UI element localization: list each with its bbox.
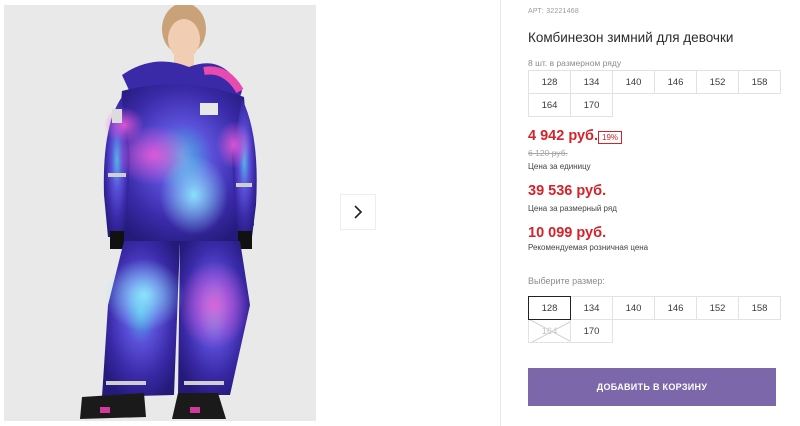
- pack-price: 39 536 руб.: [528, 183, 607, 199]
- product-title: Комбинезон зимний для девочки: [528, 30, 734, 45]
- unit-price: 4 942 руб.: [528, 128, 599, 144]
- size-set-item: 170: [570, 93, 613, 117]
- size-set-item: 128: [528, 70, 571, 94]
- panel-divider: [500, 0, 501, 426]
- size-set-item: 152: [696, 70, 739, 94]
- size-option-146[interactable]: 146: [654, 296, 697, 320]
- size-option-158[interactable]: 158: [738, 296, 781, 320]
- gallery-next-button[interactable]: [340, 194, 376, 230]
- size-set-item: 134: [570, 70, 613, 94]
- choose-size-label: Выберите размер:: [528, 276, 605, 286]
- size-option-164: 164: [528, 319, 571, 343]
- old-price: 6 120 руб.: [528, 148, 568, 158]
- add-to-cart-button[interactable]: ДОБАВИТЬ В КОРЗИНУ: [528, 368, 776, 406]
- rrp-price: 10 099 руб.: [528, 225, 607, 241]
- product-gallery: [0, 0, 500, 426]
- size-option-128[interactable]: 128: [528, 296, 571, 320]
- product-sku: АРТ: 32221468: [528, 8, 579, 15]
- size-set-grid: 128 134 140 146 152 158 164 170: [528, 70, 781, 117]
- size-set-item: 158: [738, 70, 781, 94]
- product-photo[interactable]: [4, 5, 316, 421]
- size-option-152[interactable]: 152: [696, 296, 739, 320]
- rrp-price-label: Рекомендуемая розничная цена: [528, 243, 649, 252]
- size-set-item: 146: [654, 70, 697, 94]
- pack-price-label: Цена за размерный ряд: [528, 204, 617, 213]
- size-set-item: 140: [612, 70, 655, 94]
- product-photo-illustration: [4, 5, 316, 421]
- size-option-134[interactable]: 134: [570, 296, 613, 320]
- size-option-170[interactable]: 170: [570, 319, 613, 343]
- chevron-right-icon: [354, 205, 363, 219]
- size-set-item: 164: [528, 93, 571, 117]
- size-selector: 128 134 140 146 152 158 164 170: [528, 296, 781, 343]
- size-set-label: 8 шт. в размерном ряду: [528, 58, 622, 68]
- unit-price-label: Цена за единицу: [528, 162, 591, 171]
- size-option-140[interactable]: 140: [612, 296, 655, 320]
- discount-badge: 19%: [598, 131, 623, 144]
